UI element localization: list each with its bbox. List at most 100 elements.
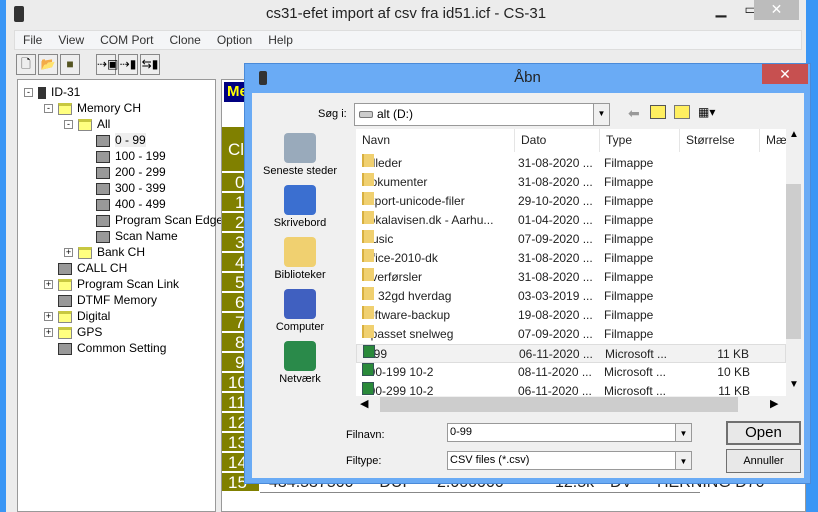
collapse-icon[interactable]: - [44, 104, 53, 113]
place-network[interactable]: Netværk [252, 341, 348, 385]
filename-input[interactable]: 0-99 ▼ [447, 423, 692, 442]
menu-view[interactable]: View [50, 31, 92, 49]
clone-write-icon[interactable]: ⇢▮ [118, 54, 138, 75]
column-header[interactable]: Type [600, 129, 680, 152]
place-recent-places[interactable]: Seneste steder [252, 133, 348, 177]
file-row[interactable]: Dokumenter 31-08-2020 ... Filmappe [356, 173, 786, 192]
tree-view[interactable]: - ID-31- Memory CH - All 0 - 99 100 - 199 200 -… [17, 79, 223, 512]
scroll-thumb[interactable] [786, 184, 801, 339]
place-computer[interactable]: Computer [252, 289, 348, 333]
chevron-down-icon[interactable]: ▼ [675, 452, 691, 469]
expand-icon[interactable]: + [44, 328, 53, 337]
collapse-icon[interactable]: - [64, 120, 73, 129]
menu-help[interactable]: Help [260, 31, 301, 49]
save-icon[interactable]: ■ [60, 54, 80, 75]
chevron-down-icon[interactable]: ▼ [593, 104, 609, 125]
menu-com-port[interactable]: COM Port [92, 31, 161, 49]
filetype-select[interactable]: CSV files (*.csv) ▼ [447, 451, 692, 470]
column-header[interactable]: Dato [515, 129, 600, 152]
tree-item[interactable]: DTMF Memory [58, 292, 157, 308]
file-date: 31-08-2020 ... [518, 175, 593, 189]
scroll-up-icon[interactable]: ▲ [789, 129, 799, 140]
file-row[interactable]: Billeder 31-08-2020 ... Filmappe [356, 154, 786, 173]
file-list[interactable]: Navn Dato Type Størrelse Mæ Billeder 31-08-20… [356, 129, 802, 414]
desktop-icon [284, 185, 316, 215]
new-file-icon[interactable]: 🗋 [16, 54, 36, 75]
tree-item[interactable]: Bank CH [78, 244, 145, 260]
folder-icon [78, 118, 92, 131]
tree-item[interactable]: Digital [58, 308, 110, 324]
file-row[interactable]: sd 32gd hverdag 03-03-2019 ... Filmappe [356, 287, 786, 306]
tree-item[interactable]: 0 - 99 [96, 132, 146, 148]
place-desktop[interactable]: Skrivebord [252, 185, 348, 229]
file-row[interactable]: Lokalavisen.dk - Aarhu... 01-04-2020 ... F… [356, 211, 786, 230]
menu-file[interactable]: File [15, 31, 50, 49]
menu-option[interactable]: Option [209, 31, 260, 49]
tree-item[interactable]: Memory CH [58, 100, 141, 116]
file-row[interactable]: Overførsler 31-08-2020 ... Filmappe [356, 268, 786, 287]
tree-item[interactable]: 200 - 299 [96, 164, 166, 180]
place-libraries[interactable]: Biblioteker [252, 237, 348, 281]
up-folder-icon[interactable] [650, 105, 666, 119]
file-type: Filmappe [604, 175, 654, 189]
column-header[interactable]: Størrelse [680, 129, 760, 152]
memory-icon [96, 150, 110, 163]
file-type: Microsoft ... [604, 365, 667, 379]
cancel-button[interactable]: Annuller [726, 449, 801, 473]
expand-icon[interactable]: + [64, 248, 73, 257]
file-row[interactable]: software-backup 19-08-2020 ... Filmappe [356, 306, 786, 325]
tree-item[interactable]: Program Scan Link [58, 276, 179, 292]
lookin-select[interactable]: alt (D:) ▼ [354, 103, 610, 126]
tree-item[interactable]: ID-31 [38, 84, 80, 100]
horizontal-scrollbar[interactable]: ◀ ▶ [356, 396, 802, 414]
expand-icon[interactable]: + [44, 312, 53, 321]
memory-icon [96, 134, 110, 147]
clone-read-icon[interactable]: ⇢▣ [96, 54, 118, 75]
file-row[interactable]: tilpasset snelweg 07-09-2020 ... Filmappe [356, 325, 786, 344]
scroll-down-icon[interactable]: ▼ [789, 379, 799, 390]
filetype-label: Filtype: [346, 455, 382, 467]
tree-item[interactable]: Program Scan Edge [96, 212, 223, 228]
tree-item[interactable]: 400 - 499 [96, 196, 166, 212]
vertical-scrollbar[interactable]: ▲ ▼ [786, 129, 802, 396]
file-row[interactable]: 0-99 06-11-2020 ... Microsoft ... 11 KB [356, 344, 786, 363]
file-type: Filmappe [604, 308, 654, 322]
tree-item[interactable]: 300 - 399 [96, 180, 166, 196]
chevron-down-icon[interactable]: ▼ [675, 424, 691, 441]
tree-item[interactable]: GPS [58, 324, 102, 340]
memory-icon [96, 214, 110, 227]
scroll-thumb[interactable] [380, 397, 738, 412]
minimize-button[interactable]: ▁ [706, 0, 736, 20]
open-folder-icon[interactable]: 📂 [38, 54, 58, 75]
tree-item[interactable]: 100 - 199 [96, 148, 166, 164]
file-row[interactable]: Music 07-09-2020 ... Filmappe [356, 230, 786, 249]
file-date: 29-10-2020 ... [518, 194, 593, 208]
file-row[interactable]: 100-199 10-2 08-11-2020 ... Microsoft ... 1… [356, 363, 786, 382]
close-button[interactable]: ✕ [754, 0, 799, 20]
dialog-close-button[interactable]: ✕ [762, 64, 808, 84]
tree-item[interactable]: Scan Name [96, 228, 178, 244]
tree-item-label: All [97, 117, 111, 131]
file-row[interactable]: office-2010-dk 31-08-2020 ... Filmappe [356, 249, 786, 268]
tree-item[interactable]: Common Setting [58, 340, 166, 356]
scroll-right-icon[interactable]: ▶ [770, 397, 778, 410]
tree-item[interactable]: CALL CH [58, 260, 127, 276]
collapse-icon[interactable]: - [24, 88, 33, 97]
back-icon[interactable]: ⬅ [628, 105, 640, 122]
expand-icon[interactable]: + [44, 280, 53, 289]
file-type: Filmappe [604, 270, 654, 284]
radio-app-icon [14, 6, 24, 22]
menu-clone[interactable]: Clone [161, 31, 208, 49]
open-button[interactable]: Open [726, 421, 801, 445]
clone-exchange-icon[interactable]: ⇆▮ [140, 54, 160, 75]
column-header[interactable]: Navn [356, 129, 515, 152]
view-menu-icon[interactable]: ▦▾ [698, 105, 720, 119]
excel-file-icon [362, 382, 374, 395]
new-folder-icon[interactable] [674, 105, 690, 119]
folder-icon [362, 325, 374, 338]
tree-item[interactable]: All [78, 116, 110, 132]
folder-icon [362, 249, 374, 262]
tree-item-label: Program Scan Link [77, 277, 180, 291]
scroll-left-icon[interactable]: ◀ [360, 397, 368, 410]
file-row[interactable]: export-unicode-filer 29-10-2020 ... Filmap… [356, 192, 786, 211]
